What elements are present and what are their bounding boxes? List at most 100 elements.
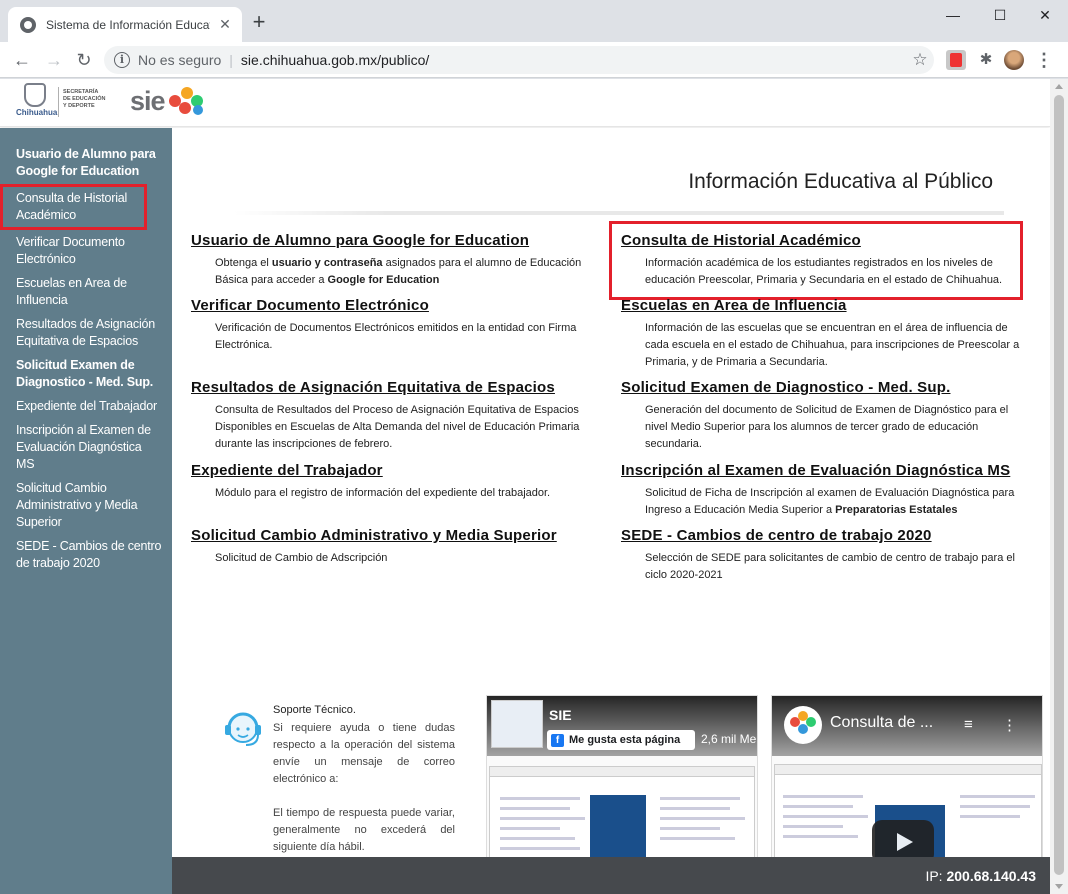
sidebar-item-escuelas-influencia[interactable]: Escuelas en Area de Influencia — [0, 275, 172, 309]
card-description: Consulta de Resultados del Proceso de As… — [215, 404, 580, 450]
site-header: Chihuahua SECRETARÍA DE EDUCACIÓN Y DEPO… — [0, 79, 1050, 127]
card-google-education: Usuario de Alumno para Google for Educat… — [191, 232, 606, 289]
sidebar-item-historial-academico[interactable]: Consulta de Historial Académico — [0, 184, 147, 230]
sidebar-item-sede-cambios[interactable]: SEDE - Cambios de centro de trabajo 2020 — [0, 538, 172, 572]
secretaria-line: Y DEPORTE — [63, 103, 95, 109]
state-logo-text: Chihuahua — [16, 108, 58, 117]
card-title-link[interactable]: SEDE - Cambios de centro de trabajo 2020 — [621, 527, 1036, 544]
browser-tab[interactable]: Sistema de Información Educativa ✕ — [8, 7, 242, 42]
secretaria-line: DE EDUCACIÓN — [63, 96, 106, 102]
back-button[interactable]: ← — [8, 46, 36, 74]
card-description: Selección de SEDE para solicitantes de c… — [645, 552, 1015, 581]
address-separator: | — [229, 52, 233, 68]
pdf-extension-icon[interactable] — [946, 50, 966, 70]
card-description: Generación del documento de Solicitud de… — [645, 404, 1009, 450]
sidebar-item-verificar-documento[interactable]: Verificar Documento Electrónico — [0, 234, 172, 268]
extensions-puzzle-icon[interactable]: ✱ — [976, 50, 996, 70]
card-title-link[interactable]: Solicitud Examen de Diagnostico - Med. S… — [621, 379, 1036, 396]
card-title-link[interactable]: Usuario de Alumno para Google for Educat… — [191, 232, 606, 249]
reload-button[interactable]: ↻ — [70, 46, 98, 74]
new-tab-button[interactable]: + — [246, 10, 272, 36]
tab-close-icon[interactable]: ✕ — [216, 16, 234, 33]
forward-button[interactable]: → — [40, 46, 68, 74]
card-title-link[interactable]: Inscripción al Examen de Evaluación Diag… — [621, 462, 1036, 479]
support-paragraph: El tiempo de respuesta puede variar, gen… — [273, 807, 455, 853]
card-description: Verificación de Documentos Electrónicos … — [215, 322, 577, 351]
shield-icon — [24, 83, 46, 107]
profile-avatar[interactable] — [1004, 50, 1024, 70]
security-label[interactable]: No es seguro — [138, 52, 221, 68]
card-title-link[interactable]: Solicitud Cambio Administrativo y Media … — [191, 527, 606, 544]
support-section: Soporte Técnico. Si requiere ayuda o tie… — [215, 698, 465, 858]
browser-tabstrip: Sistema de Información Educativa ✕ + — ☐… — [0, 0, 1068, 42]
sidebar-item-expediente-trabajador[interactable]: Expediente del Trabajador — [0, 398, 172, 415]
card-title-link[interactable]: Expediente del Trabajador — [191, 462, 606, 479]
card-asignacion-espacios: Resultados de Asignación Equitativa de E… — [191, 379, 606, 453]
logo-divider — [58, 87, 59, 117]
headset-support-icon — [225, 712, 261, 746]
url-text[interactable]: sie.chihuahua.gob.mx/publico/ — [241, 52, 906, 68]
support-title: Soporte Técnico. — [273, 704, 356, 716]
more-options-icon[interactable]: ⋮ — [1002, 716, 1017, 734]
sie-logo-text: sie — [130, 85, 166, 116]
support-body: Si requiere ayuda o tiene dudas respecto… — [273, 720, 455, 873]
footer-bar: IP: 200.68.140.43 — [172, 857, 1050, 894]
chihuahua-logo[interactable]: Chihuahua — [16, 83, 58, 123]
card-description: Información de las escuelas que se encue… — [645, 322, 1020, 368]
card-title-link[interactable]: Resultados de Asignación Equitativa de E… — [191, 379, 606, 396]
playlist-icon[interactable]: ≡ — [964, 716, 973, 733]
card-description: Solicitud de Cambio de Adscripción — [215, 552, 388, 564]
card-examen-diagnostico: Solicitud Examen de Diagnostico - Med. S… — [621, 379, 1036, 453]
sidebar-item-examen-diagnostico[interactable]: Solicitud Examen de Diagnostico - Med. S… — [0, 357, 172, 391]
embed-page-title[interactable]: SIE — [549, 707, 572, 723]
like-button-label: Me gusta esta página — [569, 734, 681, 746]
address-bar[interactable]: i No es seguro | sie.chihuahua.gob.mx/pu… — [104, 46, 934, 74]
secretaria-logo: SECRETARÍA DE EDUCACIÓN Y DEPORTE — [63, 89, 105, 110]
secretaria-line: SECRETARÍA — [63, 89, 99, 95]
main-content: Información Educativa al Público Usuario… — [172, 128, 1050, 894]
minimize-button[interactable]: — — [930, 0, 976, 30]
sidebar-item-inscripcion-examen-ms[interactable]: Inscripción al Examen de Evaluación Diag… — [0, 422, 172, 473]
browser-menu-icon[interactable]: ⋮ — [1034, 50, 1054, 70]
page-scrollbar[interactable] — [1050, 79, 1068, 894]
card-title-link[interactable]: Escuelas en Area de Influencia — [621, 297, 1036, 314]
info-icon[interactable]: i — [114, 52, 130, 68]
page-title: Información Educativa al Público — [688, 170, 993, 193]
card-verificar-documento: Verificar Documento Electrónico Verifica… — [191, 297, 606, 354]
sidebar-item-google-education[interactable]: Usuario de Alumno para Google for Educat… — [0, 146, 172, 180]
card-escuelas-influencia: Escuelas en Area de Influencia Informaci… — [621, 297, 1036, 371]
scroll-up-arrow[interactable] — [1055, 84, 1063, 89]
card-cambio-administrativo: Solicitud Cambio Administrativo y Media … — [191, 527, 606, 567]
page-viewport: Chihuahua SECRETARÍA DE EDUCACIÓN Y DEPO… — [0, 79, 1050, 894]
card-description: Obtenga el usuario y contraseña asignado… — [215, 257, 582, 286]
ip-address: IP: 200.68.140.43 — [925, 868, 1036, 884]
bookmark-star-icon[interactable]: ☆ — [906, 50, 934, 70]
people-logo-icon — [167, 85, 207, 117]
scrollbar-thumb[interactable] — [1054, 95, 1064, 875]
card-expediente-trabajador: Expediente del Trabajador Módulo para el… — [191, 462, 606, 502]
card-description: Módulo para el registro de información d… — [215, 487, 551, 499]
video-title[interactable]: Consulta de ... — [830, 714, 933, 732]
page-thumbnail[interactable] — [491, 700, 543, 748]
title-divider — [234, 211, 1004, 215]
tab-title: Sistema de Información Educativa — [46, 17, 210, 32]
sie-logo[interactable]: sie — [130, 85, 207, 117]
card-title-link[interactable]: Verificar Documento Electrónico — [191, 297, 606, 314]
scroll-down-arrow[interactable] — [1055, 884, 1063, 889]
facebook-icon: f — [551, 733, 564, 747]
sidebar: Usuario de Alumno para Google for Educat… — [0, 128, 172, 894]
maximize-button[interactable]: ☐ — [977, 0, 1023, 30]
sidebar-item-cambio-administrativo[interactable]: Solicitud Cambio Administrativo y Media … — [0, 480, 172, 531]
sidebar-item-asignacion-espacios[interactable]: Resultados de Asignación Equitativa de E… — [0, 316, 172, 350]
channel-logo[interactable] — [784, 706, 822, 744]
close-window-button[interactable]: ✕ — [1022, 0, 1068, 30]
support-paragraph: Si requiere ayuda o tiene dudas respecto… — [273, 722, 455, 785]
card-inscripcion-examen-ms: Inscripción al Examen de Evaluación Diag… — [621, 462, 1036, 519]
browser-toolbar: ← → ↻ i No es seguro | sie.chihuahua.gob… — [0, 42, 1068, 78]
highlight-annotation-box — [609, 221, 1023, 300]
facebook-like-button[interactable]: f Me gusta esta página — [547, 730, 695, 750]
like-count: 2,6 mil Me — [701, 732, 757, 746]
people-logo-icon — [790, 711, 816, 734]
card-description: Solicitud de Ficha de Inscripción al exa… — [645, 487, 1015, 516]
globe-icon — [20, 16, 36, 33]
